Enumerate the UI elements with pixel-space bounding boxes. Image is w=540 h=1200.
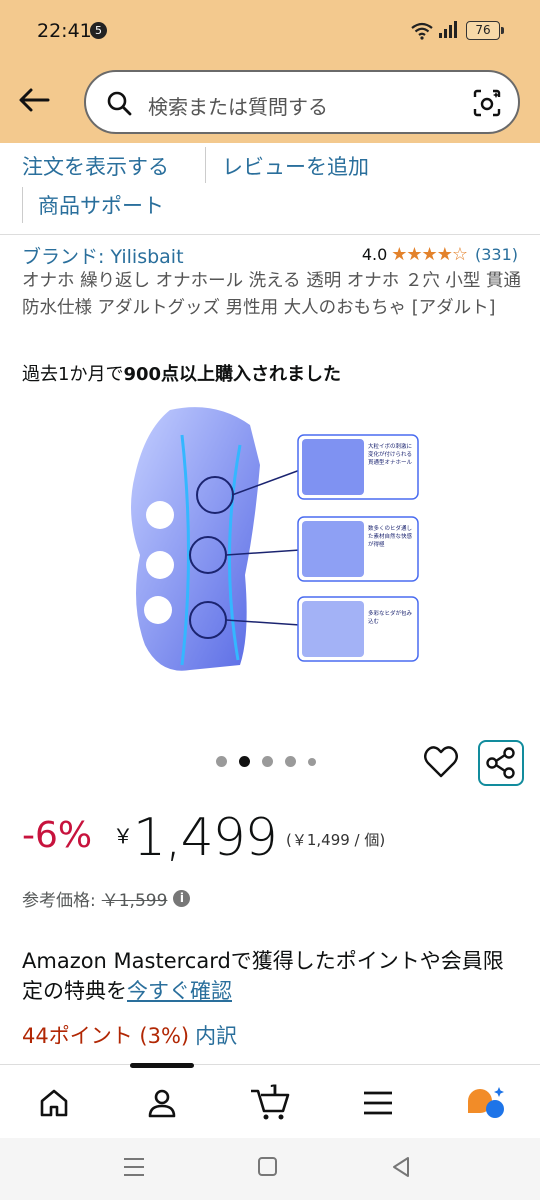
wishlist-button[interactable] (422, 743, 460, 781)
nav-home[interactable] (32, 1081, 76, 1125)
image-callout-2: 数多くのヒダ通した素材自然な快感が得極 (368, 526, 413, 548)
product-support-link[interactable]: 商品サポート (38, 190, 164, 220)
add-review-link[interactable]: レビューを追加 (222, 151, 369, 181)
price-amount: 1,499 (133, 808, 278, 868)
points-info: 44ポイント (3%) 内訳 (22, 1020, 237, 1050)
purchase-stat-count: 900点以上購入されました (123, 364, 342, 385)
wifi-icon (411, 22, 433, 40)
product-title: オナホ 繰り返し オナホール 洗える 透明 オナホ ２穴 小型 貫通 防水仕様 … (22, 271, 521, 318)
purchase-stat-prefix: 過去1か月で (22, 364, 124, 385)
search-icon (107, 91, 132, 116)
status-time: 22:41 (37, 20, 92, 42)
back-button[interactable] (14, 80, 54, 120)
price-currency: ￥ (113, 824, 133, 848)
app-header: 22:41 5 76 検索または質問する (0, 0, 540, 143)
home-icon (40, 1089, 68, 1117)
share-button[interactable] (478, 740, 524, 786)
image-callout-1: 大粒イボの刺激に変化が付けられる貫通型オナホール (368, 444, 413, 466)
nav-cart[interactable]: 1 (248, 1081, 292, 1125)
battery-indicator: 76 (466, 21, 504, 40)
divider (205, 147, 206, 183)
bottom-navigation: 1 (0, 1063, 540, 1138)
carousel-dot-active[interactable] (239, 756, 250, 767)
camera-lens-icon[interactable] (472, 88, 502, 118)
purchase-stat: 過去1か月で900点以上購入されました (22, 360, 341, 386)
order-links: 注文を表示する レビューを追加 商品サポート (0, 143, 540, 235)
discount-percent: -6% (22, 815, 93, 856)
arrow-left-icon (19, 88, 50, 112)
view-order-link[interactable]: 注文を表示する (22, 151, 169, 181)
nav-rufus-assistant[interactable] (464, 1081, 508, 1125)
back-triangle-icon[interactable] (390, 1156, 412, 1178)
image-callout-3: 多彩なヒダが包み込む (368, 611, 413, 625)
home-square-icon[interactable] (257, 1156, 279, 1178)
unit-price: (￥1,499 / 個) (286, 831, 386, 849)
image-carousel-dots (216, 756, 316, 767)
carousel-dot[interactable] (308, 757, 316, 766)
rating-summary[interactable]: 4.0 ★★★★☆ (331) (362, 244, 518, 265)
star-rating-icon: ★★★★☆ (391, 244, 468, 265)
points-breakdown-link[interactable]: 内訳 (195, 1024, 237, 1048)
menu-icon (364, 1091, 392, 1115)
mastercard-promo: Amazon Mastercardで獲得したポイントや会員限定の特典を今すぐ確認 (22, 946, 522, 1006)
rating-value: 4.0 (361, 245, 388, 264)
promo-confirm-link[interactable]: 今すぐ確認 (127, 979, 232, 1003)
points-text: 44ポイント (3%) (22, 1024, 190, 1048)
person-icon (148, 1089, 176, 1118)
heart-icon (424, 746, 458, 778)
review-count[interactable]: (331) (475, 245, 518, 264)
notification-badge: 5 (90, 22, 107, 39)
search-bar[interactable]: 検索または質問する (84, 70, 520, 134)
product-image[interactable]: 大粒イボの刺激に変化が付けられる貫通型オナホール 数多くのヒダ通した素材自然な快… (120, 405, 430, 705)
nav-account[interactable] (140, 1081, 184, 1125)
nav-menu[interactable] (356, 1081, 400, 1125)
reference-price-label: 参考価格: (22, 891, 96, 911)
status-bar: 22:41 5 76 (0, 0, 540, 60)
brand-link[interactable]: ブランド: Yilisbait (22, 242, 184, 269)
carousel-dot[interactable] (285, 756, 296, 767)
recent-apps-icon[interactable] (122, 1156, 146, 1178)
reference-price-value: ￥1,599 (101, 891, 168, 911)
carousel-dot[interactable] (262, 756, 273, 767)
search-placeholder: 検索または質問する (148, 95, 328, 119)
cart-count-badge: 1 (269, 1081, 281, 1100)
reference-price: 参考価格: ￥1,599 i (22, 886, 191, 911)
share-icon (486, 747, 515, 779)
promo-text: Amazon Mastercardで獲得したポイントや会員限定の特典を (22, 949, 504, 1003)
info-icon[interactable]: i (173, 890, 191, 907)
system-navigation-bar (0, 1138, 540, 1200)
signal-icon (439, 21, 457, 38)
divider (22, 187, 23, 223)
carousel-dot[interactable] (216, 756, 227, 767)
active-tab-indicator (130, 1063, 194, 1068)
ai-assistant-icon (468, 1087, 504, 1118)
